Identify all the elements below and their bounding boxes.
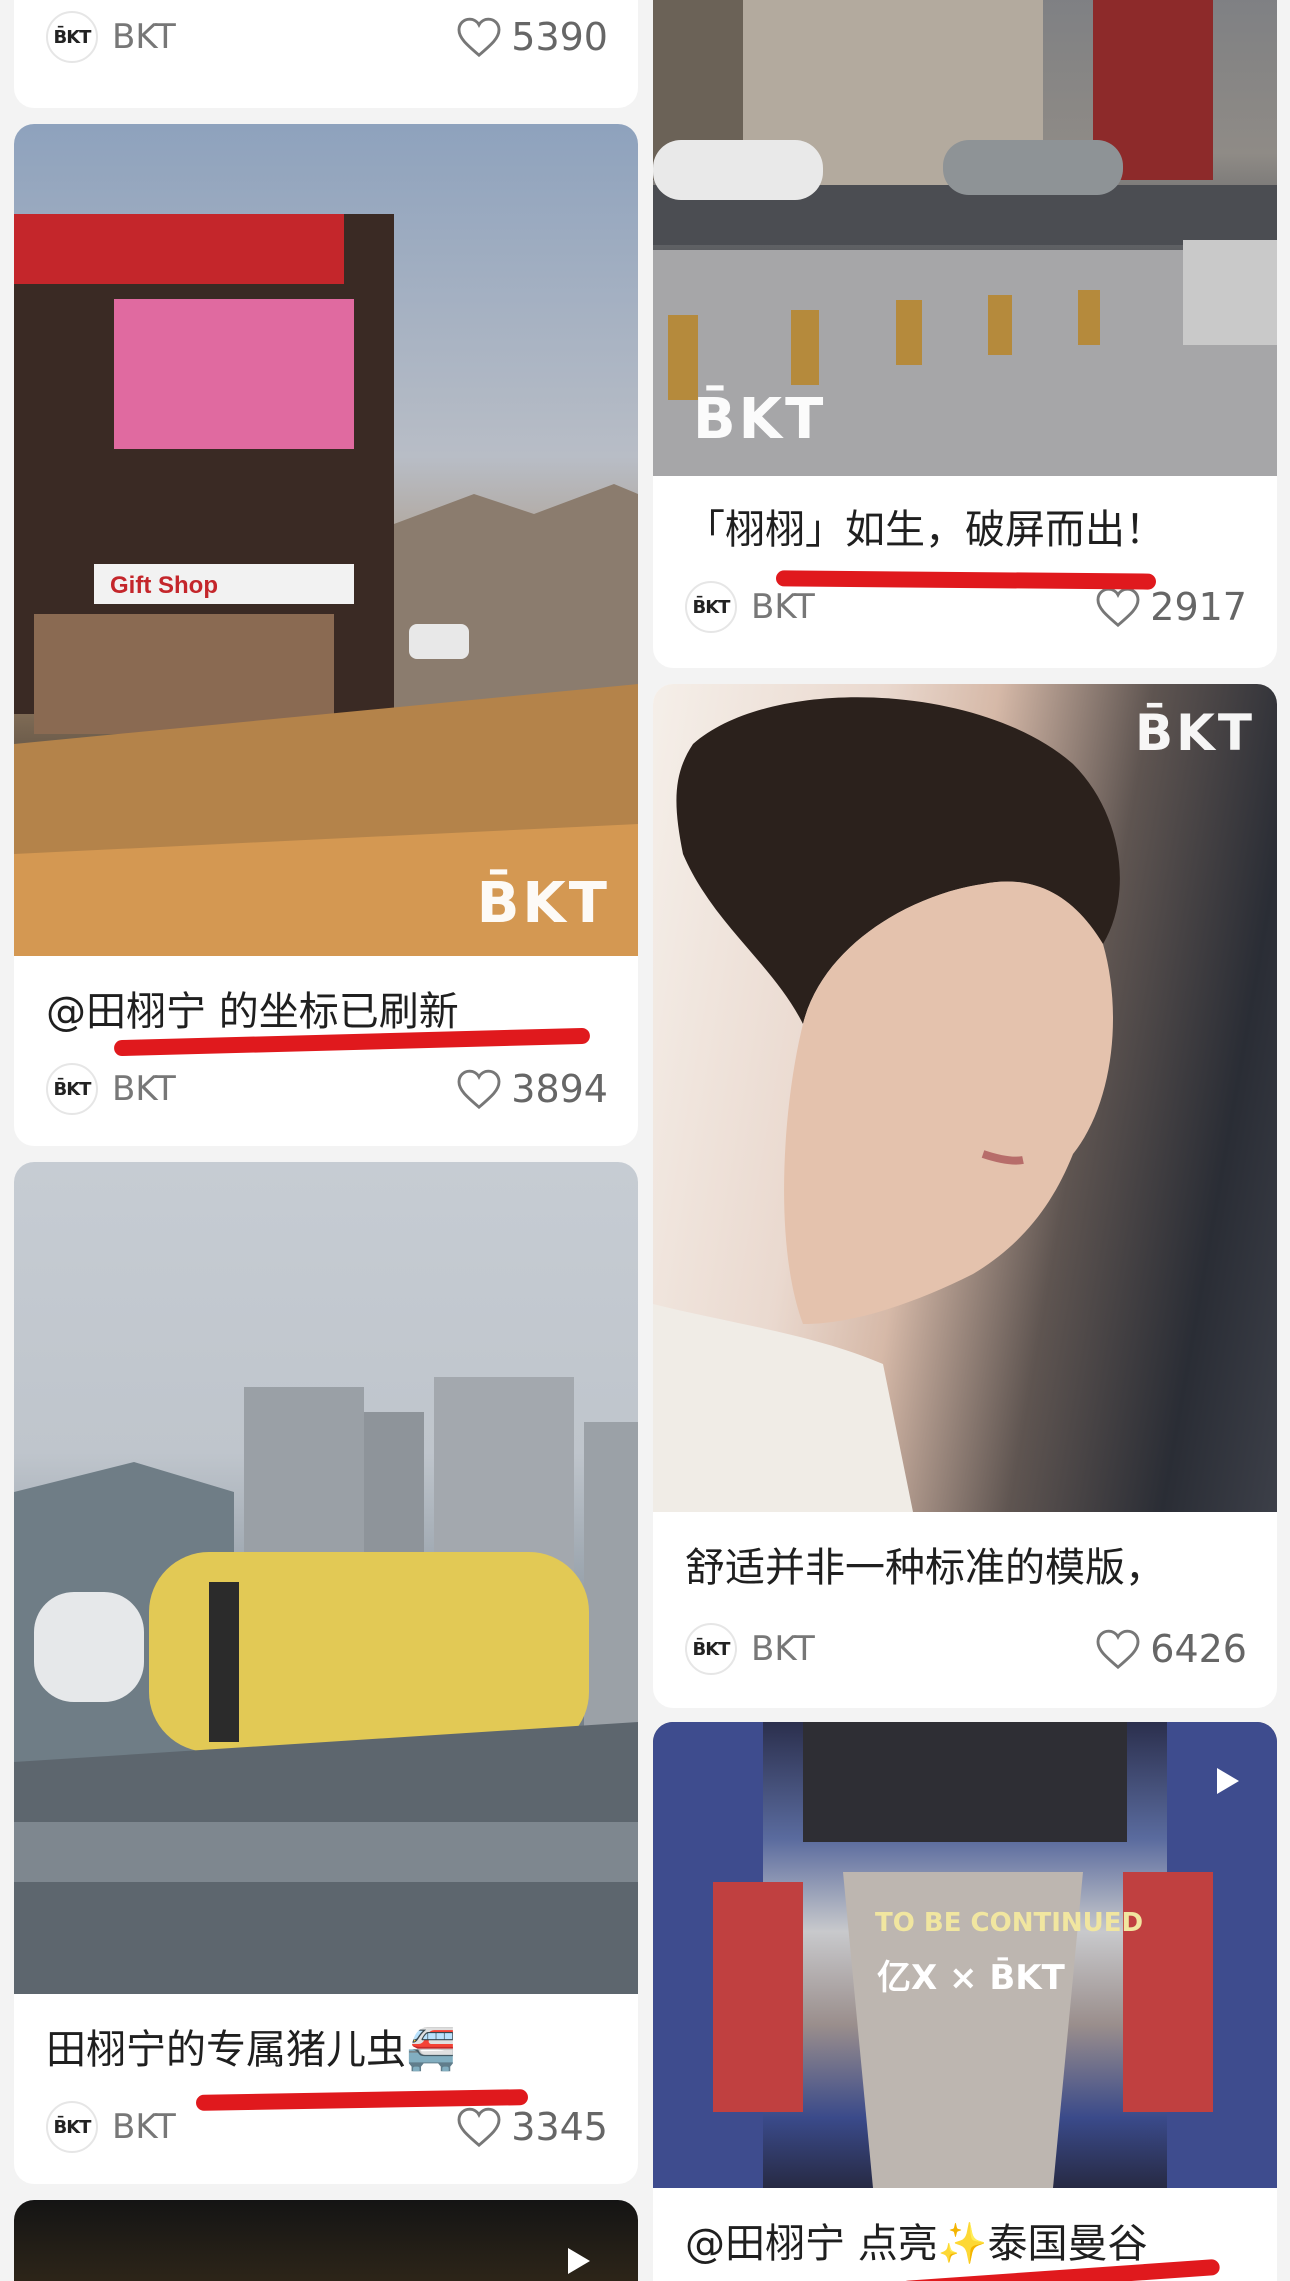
play-icon[interactable] [1215,1766,1241,1796]
feed-card-portrait[interactable]: B̄KT 舒适并非一种标准的模版， B̄KT BKT 6426 [653,684,1277,1708]
heart-outline-icon [457,2107,501,2147]
video-overlay-text: TO BE CONTINUED [875,1908,1144,1938]
post-image[interactable] [14,2200,638,2281]
card-meta: B̄KT BKT 3894 [46,1062,608,1116]
like-count: 3345 [511,2105,608,2149]
feed-card-top-left[interactable]: B̄KT BKT 5390 [14,0,638,108]
post-title[interactable]: 田栩宁的专属猪儿虫🚝 [46,2026,456,2074]
like-count: 5390 [511,15,608,59]
post-image[interactable]: B̄KT [653,684,1277,1512]
card-meta: B̄KT BKT 2917 [685,580,1247,634]
avatar[interactable]: B̄KT [46,11,98,63]
watermark-logo: B̄KT [1135,704,1255,762]
monorail-scene-illustration [14,1377,638,1994]
watermark-logo: B̄KT [693,387,827,452]
like-count: 3894 [511,1067,608,1111]
portrait-illustration [653,697,1120,1512]
like-count: 2917 [1150,585,1247,629]
red-underline-annotation [775,570,1157,590]
author-name[interactable]: BKT [751,587,815,627]
collab-logos: 亿X × B̄KT [877,1958,1065,1998]
author-name[interactable]: BKT [112,2107,176,2147]
play-icon[interactable] [566,2246,592,2276]
post-title[interactable]: @田栩宁 的坐标已刷新 [46,988,459,1036]
heart-outline-icon [457,1069,501,1109]
feed-card-bangkok-video[interactable]: TO BE CONTINUED 亿X × B̄KT @田栩宁 点亮✨泰国曼谷 [653,1722,1277,2281]
like-button[interactable]: 5390 [457,15,608,59]
avatar[interactable]: B̄KT [685,1623,737,1675]
post-title[interactable]: @田栩宁 点亮✨泰国曼谷 [685,2220,1148,2268]
post-image[interactable] [14,1162,638,1994]
post-image[interactable]: B̄KT [653,0,1277,476]
feed-card-street-bollards[interactable]: B̄KT 「栩栩」如生，破屏而出！ B̄KT BKT 2917 [653,0,1277,668]
like-button[interactable]: 6426 [1096,1627,1247,1671]
heart-outline-icon [1096,1629,1140,1669]
post-title[interactable]: 「栩栩」如生，破屏而出！ [685,506,1165,554]
like-button[interactable]: 3894 [457,1067,608,1111]
post-image[interactable]: Gift Shop B̄KT [14,124,638,956]
avatar[interactable]: B̄KT [46,2101,98,2153]
like-count: 6426 [1150,1627,1247,1671]
street-scene-illustration [14,214,638,956]
like-button[interactable]: 3345 [457,2105,608,2149]
author-name[interactable]: BKT [751,1629,815,1669]
watermark-logo: B̄KT [476,871,610,936]
feed-card-monorail[interactable]: 田栩宁的专属猪儿虫🚝 B̄KT BKT 3345 [14,1162,638,2184]
post-title[interactable]: 舒适并非一种标准的模版， [685,1544,1165,1592]
post-image[interactable]: TO BE CONTINUED 亿X × B̄KT [653,1722,1277,2188]
feed-card-street-billboard[interactable]: Gift Shop B̄KT @田栩宁 的坐标已刷新 B̄KT BKT 3894 [14,124,638,1146]
card-meta: B̄KT BKT 6426 [685,1622,1247,1676]
feed-card-night-video[interactable] [14,2200,638,2281]
heart-outline-icon [1096,587,1140,627]
avatar[interactable]: B̄KT [46,1063,98,1115]
like-button[interactable]: 2917 [1096,585,1247,629]
heart-outline-icon [457,17,501,57]
avatar[interactable]: B̄KT [685,581,737,633]
card-meta: B̄KT BKT 5390 [46,10,608,64]
shop-sign: Gift Shop [110,572,218,599]
author-name[interactable]: BKT [112,17,176,57]
author-name[interactable]: BKT [112,1069,176,1109]
